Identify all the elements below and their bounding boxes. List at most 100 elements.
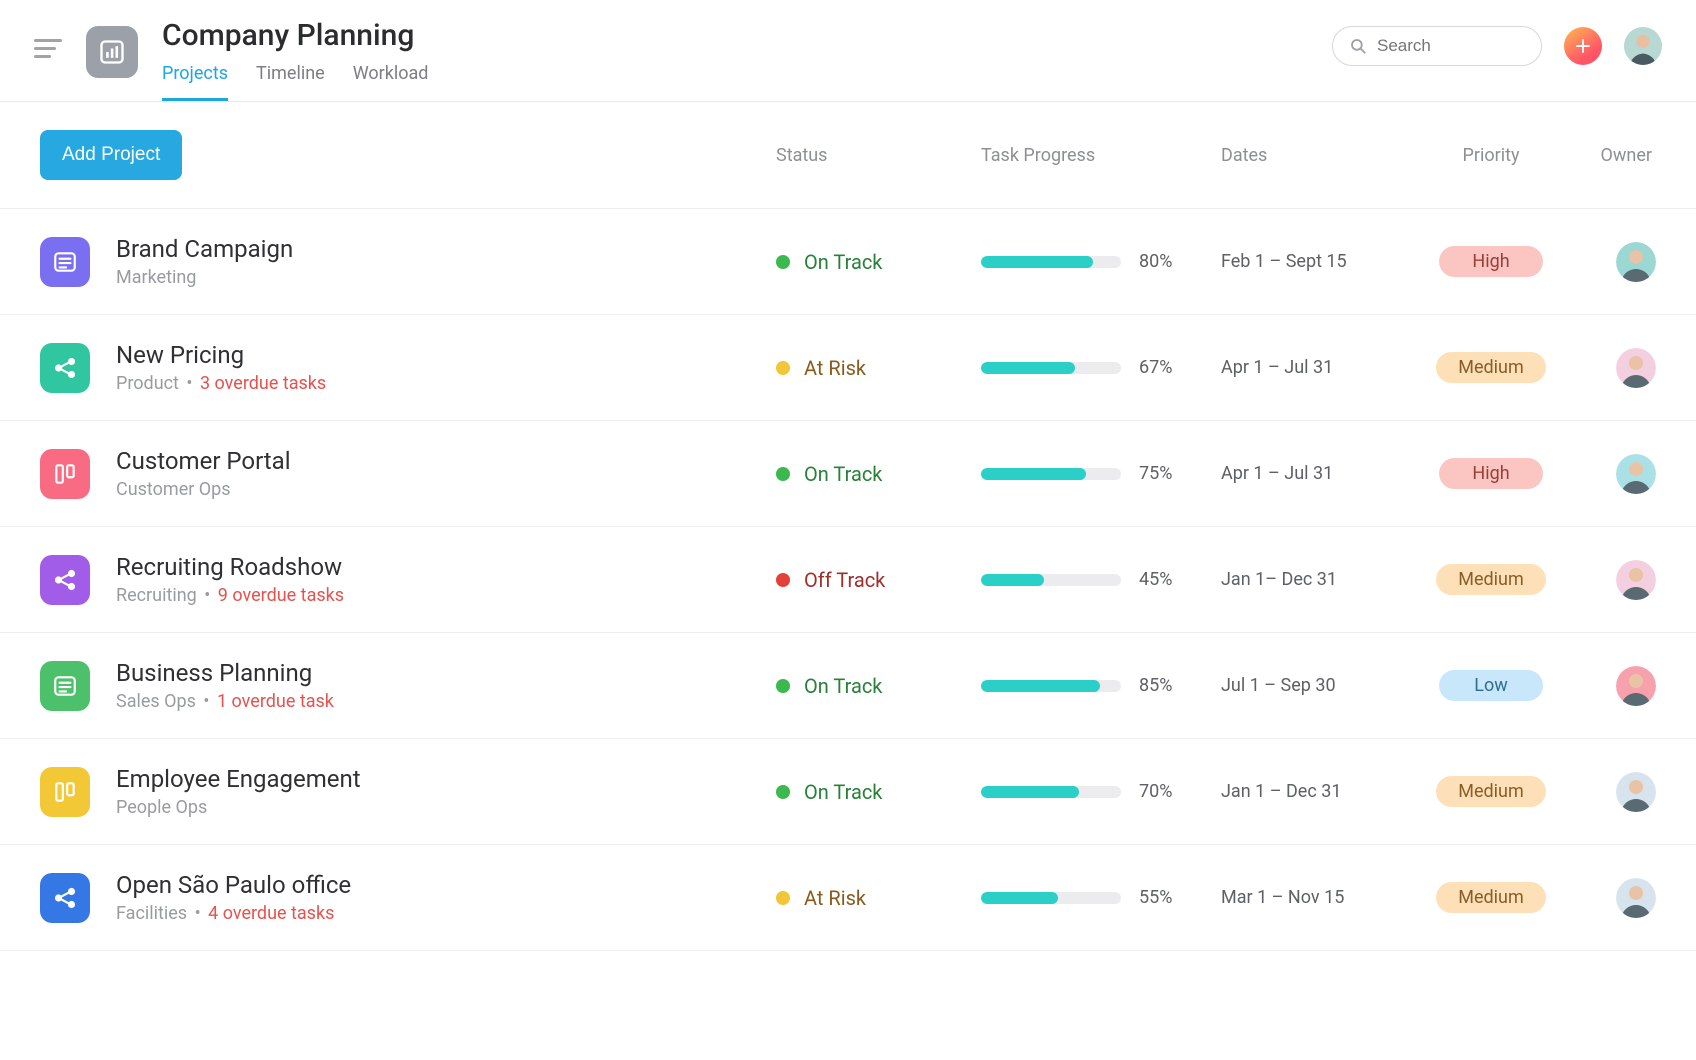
priority-cell[interactable]: Medium	[1406, 352, 1576, 383]
status-label: On Track	[804, 780, 882, 804]
status-label: On Track	[804, 674, 882, 698]
owner-cell[interactable]	[1576, 878, 1656, 918]
project-info: Customer PortalCustomer Ops	[116, 447, 776, 500]
add-project-button[interactable]: Add Project	[40, 130, 182, 180]
column-header-priority[interactable]: Priority	[1406, 145, 1576, 166]
project-subtext: Marketing	[116, 267, 776, 288]
tab-workload[interactable]: Workload	[353, 63, 429, 101]
app-header: Company Planning Projects Timeline Workloa…	[0, 0, 1696, 102]
overdue-count: 1 overdue task	[217, 691, 334, 712]
status-label: At Risk	[804, 886, 866, 910]
project-row[interactable]: Recruiting RoadshowRecruiting • 9 overdu…	[0, 527, 1696, 633]
status-cell[interactable]: On Track	[776, 780, 981, 804]
project-info: New PricingProduct • 3 overdue tasks	[116, 341, 776, 394]
project-rows: Brand CampaignMarketingOn Track80%Feb 1 …	[0, 209, 1696, 951]
project-row[interactable]: Business Planning Sales Ops • 1 overdue t…	[0, 633, 1696, 739]
owner-cell[interactable]	[1576, 242, 1656, 282]
project-name[interactable]: Customer Portal	[116, 447, 776, 475]
progress-percent: 85%	[1139, 675, 1172, 696]
status-dot-icon	[776, 891, 790, 905]
progress-bar	[981, 362, 1121, 374]
progress-bar	[981, 256, 1121, 268]
owner-avatar[interactable]	[1616, 772, 1656, 812]
current-user-avatar[interactable]	[1624, 27, 1662, 65]
plus-icon	[1574, 37, 1592, 55]
project-subtext: Facilities • 4 overdue tasks	[116, 903, 776, 924]
project-info: Recruiting RoadshowRecruiting • 9 overdu…	[116, 553, 776, 606]
priority-cell[interactable]: Low	[1406, 670, 1576, 701]
owner-cell[interactable]	[1576, 348, 1656, 388]
column-header-dates[interactable]: Dates	[1221, 145, 1406, 166]
project-team: People Ops	[116, 797, 207, 818]
dates-cell: Apr 1 – Jul 31	[1221, 463, 1406, 484]
project-row[interactable]: Employee Engagement People Ops On Track 70%…	[0, 739, 1696, 845]
progress-percent: 70%	[1139, 781, 1172, 802]
tab-timeline[interactable]: Timeline	[256, 63, 325, 101]
priority-cell[interactable]: Medium	[1406, 776, 1576, 807]
action-bar: Add Project Status Task Progress Dates P…	[0, 102, 1696, 209]
overdue-count: 3 overdue tasks	[200, 373, 326, 394]
owner-cell[interactable]	[1576, 454, 1656, 494]
progress-bar	[981, 468, 1121, 480]
header-tabs: Projects Timeline Workload	[162, 63, 1332, 101]
priority-pill: Medium	[1436, 564, 1546, 595]
owner-cell[interactable]	[1576, 560, 1656, 600]
status-cell[interactable]: At Risk	[776, 356, 981, 380]
project-icon	[40, 343, 90, 393]
status-dot-icon	[776, 573, 790, 587]
project-info: Brand Campaign Marketing	[116, 235, 776, 288]
menu-toggle-icon[interactable]	[34, 34, 62, 62]
page-title: Company Planning	[162, 18, 1332, 53]
project-name[interactable]: Business Planning	[116, 659, 776, 687]
column-header-owner[interactable]: Owner	[1576, 145, 1656, 166]
project-name[interactable]: Brand Campaign	[116, 235, 776, 263]
project-info: Open São Paulo office Facilities • 4 over…	[116, 871, 776, 924]
priority-cell[interactable]: High	[1406, 246, 1576, 277]
owner-avatar[interactable]	[1616, 666, 1656, 706]
search-box[interactable]	[1332, 26, 1542, 66]
project-icon	[40, 767, 90, 817]
search-input[interactable]	[1377, 36, 1525, 56]
owner-cell[interactable]	[1576, 772, 1656, 812]
project-icon	[40, 873, 90, 923]
owner-avatar[interactable]	[1616, 560, 1656, 600]
status-cell[interactable]: At Risk	[776, 886, 981, 910]
column-header-status[interactable]: Status	[776, 145, 981, 166]
project-name[interactable]: Recruiting Roadshow	[116, 553, 776, 581]
progress-cell: 55%	[981, 887, 1221, 908]
progress-cell: 85%	[981, 675, 1221, 696]
priority-cell[interactable]: Medium	[1406, 882, 1576, 913]
dates-cell: Jan 1 – Dec 31	[1221, 781, 1406, 802]
project-subtext: People Ops	[116, 797, 776, 818]
progress-bar	[981, 892, 1121, 904]
owner-avatar[interactable]	[1616, 242, 1656, 282]
overdue-count: 9 overdue tasks	[218, 585, 344, 606]
column-header-progress[interactable]: Task Progress	[981, 145, 1221, 166]
project-name[interactable]: New Pricing	[116, 341, 776, 369]
owner-avatar[interactable]	[1616, 348, 1656, 388]
status-cell[interactable]: On Track	[776, 250, 981, 274]
priority-cell[interactable]: Medium	[1406, 564, 1576, 595]
create-new-button[interactable]	[1564, 27, 1602, 65]
status-cell[interactable]: On Track	[776, 674, 981, 698]
status-cell[interactable]: On Track	[776, 462, 981, 486]
owner-avatar[interactable]	[1616, 454, 1656, 494]
project-row[interactable]: Customer PortalCustomer OpsOn Track75%Ap…	[0, 421, 1696, 527]
dates-cell: Feb 1 – Sept 15	[1221, 251, 1406, 272]
owner-avatar[interactable]	[1616, 878, 1656, 918]
status-cell[interactable]: Off Track	[776, 568, 981, 592]
project-name[interactable]: Open São Paulo office	[116, 871, 776, 899]
progress-bar	[981, 786, 1121, 798]
dates-cell: Apr 1 – Jul 31	[1221, 357, 1406, 378]
project-row[interactable]: New PricingProduct • 3 overdue tasksAt R…	[0, 315, 1696, 421]
tab-projects[interactable]: Projects	[162, 63, 228, 101]
project-row[interactable]: Brand CampaignMarketingOn Track80%Feb 1 …	[0, 209, 1696, 315]
owner-cell[interactable]	[1576, 666, 1656, 706]
project-subtext: Sales Ops • 1 overdue task	[116, 691, 776, 712]
project-icon	[40, 237, 90, 287]
project-row[interactable]: Open São Paulo office Facilities • 4 over…	[0, 845, 1696, 951]
project-name[interactable]: Employee Engagement	[116, 765, 776, 793]
dates-cell: Mar 1 – Nov 15	[1221, 887, 1406, 908]
progress-percent: 67%	[1139, 357, 1172, 378]
priority-cell[interactable]: High	[1406, 458, 1576, 489]
